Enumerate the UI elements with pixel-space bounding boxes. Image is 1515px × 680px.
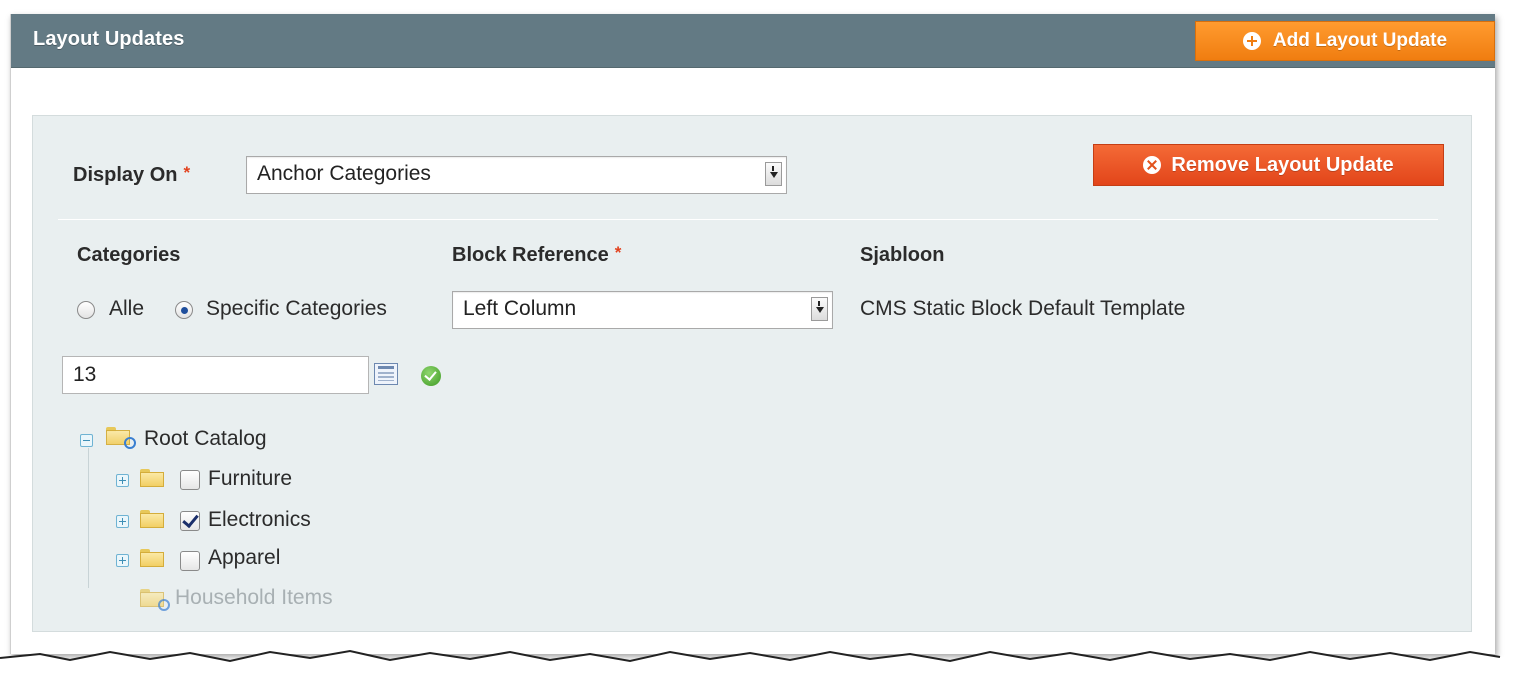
expand-toggle-icon[interactable] — [116, 474, 129, 487]
tree-item-electronics[interactable]: Electronics — [208, 508, 311, 532]
block-reference-value: Left Column — [463, 297, 577, 320]
x-circle-icon — [1143, 156, 1162, 174]
add-layout-update-button[interactable]: Add Layout Update — [1195, 21, 1495, 61]
display-on-value: Anchor Categories — [257, 162, 431, 185]
checkbox-apparel[interactable] — [180, 551, 200, 571]
dropdown-arrow-icon[interactable] — [765, 162, 782, 186]
expand-toggle-icon[interactable] — [116, 554, 129, 567]
panel-header: Layout Updates Add Layout Update — [11, 14, 1495, 68]
radio-all-label[interactable]: Alle — [109, 297, 144, 321]
check-circle-icon[interactable] — [421, 366, 441, 386]
torn-edge-decoration — [0, 649, 1515, 680]
remove-layout-update-button[interactable]: Remove Layout Update — [1093, 144, 1444, 186]
remove-layout-update-label: Remove Layout Update — [1171, 153, 1394, 176]
collapse-toggle-icon[interactable] — [80, 434, 93, 447]
tree-item-household-items: Household Items — [175, 586, 333, 609]
categories-label: Categories — [77, 244, 181, 266]
display-on-select[interactable]: Anchor Categories — [246, 156, 787, 194]
add-layout-update-label: Add Layout Update — [1272, 30, 1448, 51]
tree-item-furniture[interactable]: Furniture — [208, 467, 292, 491]
display-on-label-text: Display On — [73, 164, 178, 186]
template-label: Sjabloon — [860, 244, 945, 266]
checkbox-furniture[interactable] — [180, 470, 200, 490]
tree-guide-line — [88, 448, 89, 588]
display-on-label: Display On * — [73, 163, 191, 187]
checkbox-electronics[interactable] — [180, 511, 200, 531]
radio-all[interactable] — [77, 301, 95, 319]
folder-icon — [140, 549, 164, 567]
block-reference-label: Block Reference * — [452, 243, 622, 267]
panel-title: Layout Updates — [33, 28, 185, 50]
template-value: CMS Static Block Default Template — [860, 297, 1186, 320]
folder-icon — [140, 469, 164, 487]
list-chooser-icon[interactable] — [374, 363, 398, 385]
section-divider — [58, 219, 1438, 220]
plus-circle-icon — [1242, 32, 1261, 50]
screenshot-frame: Layout Updates Add Layout Update Display… — [0, 0, 1515, 680]
folder-icon — [140, 510, 164, 528]
magnifier-icon — [124, 437, 136, 449]
category-ids-input[interactable]: 13 — [62, 356, 369, 394]
tree-root-label[interactable]: Root Catalog — [144, 427, 267, 451]
radio-specific-label[interactable]: Specific Categories — [206, 297, 387, 321]
magnifier-icon — [158, 599, 170, 611]
block-reference-label-text: Block Reference — [452, 244, 609, 266]
tree-item-apparel[interactable]: Apparel — [208, 546, 280, 570]
expand-toggle-icon[interactable] — [116, 515, 129, 528]
required-marker: * — [614, 243, 622, 262]
required-marker: * — [183, 163, 191, 182]
dropdown-arrow-icon[interactable] — [811, 297, 828, 321]
radio-specific-categories[interactable] — [175, 301, 193, 319]
block-reference-select[interactable]: Left Column — [452, 291, 833, 329]
